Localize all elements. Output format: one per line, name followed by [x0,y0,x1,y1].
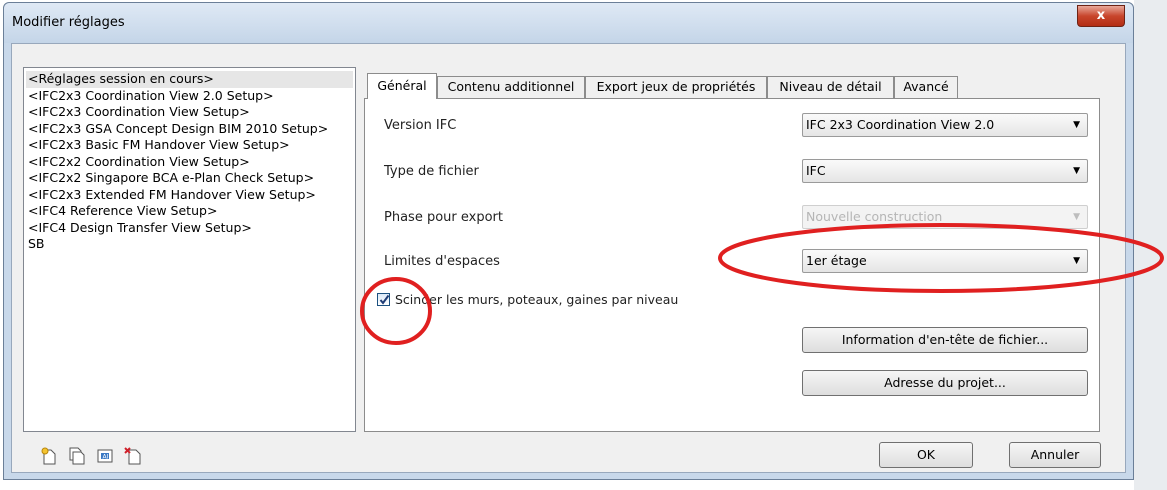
filetype-select-value: IFC [806,163,826,178]
setup-item[interactable]: SB [26,236,353,253]
version-select-value: IFC 2x3 Coordination View 2.0 [806,117,995,132]
window-title: Modifier réglages [12,15,125,30]
space-boundaries-select-value: 1er étage [806,253,867,268]
new-setup-icon[interactable] [40,447,58,465]
chevron-down-icon: ▼ [1073,120,1080,130]
checkmark-icon [379,294,390,305]
split-by-level-label[interactable]: Scinder les murs, poteaux, gaines par ni… [395,292,678,307]
setup-item[interactable]: <IFC2x3 Basic FM Handover View Setup> [26,137,353,154]
version-label: Version IFC [384,118,457,133]
tab-additional-content[interactable]: Contenu additionnel [437,76,585,98]
setup-item[interactable]: <IFC2x2 Singapore BCA e-Plan Check Setup… [26,170,353,187]
split-by-level-checkbox[interactable] [377,293,390,306]
tab-level-of-detail[interactable]: Niveau de détail [767,76,894,98]
file-header-button[interactable]: Information d'en-tête de fichier... [802,327,1088,353]
chevron-down-icon: ▼ [1073,256,1080,266]
phase-select-value: Nouvelle construction [806,209,943,224]
tab-advanced[interactable]: Avancé [894,76,958,98]
space-boundaries-select[interactable]: 1er étage ▼ [802,249,1088,273]
close-button[interactable]: x [1077,5,1125,27]
filetype-select[interactable]: IFC ▼ [802,159,1088,183]
chevron-down-icon: ▼ [1073,212,1080,222]
rename-setup-icon[interactable]: AI [96,447,114,465]
delete-setup-icon[interactable] [124,447,142,465]
setup-item[interactable]: <IFC4 Design Transfer View Setup> [26,220,353,237]
setup-list[interactable]: <Réglages session en cours> <IFC2x3 Coor… [23,67,356,432]
background-strip [1134,0,1167,490]
setup-item[interactable]: <Réglages session en cours> [26,71,353,88]
ok-button[interactable]: OK [879,442,973,468]
title-bar[interactable]: Modifier réglages x [4,3,1133,43]
svg-text:AI: AI [103,454,109,461]
setup-item[interactable]: <IFC2x3 GSA Concept Design BIM 2010 Setu… [26,121,353,138]
project-address-button[interactable]: Adresse du projet... [802,370,1088,396]
setup-item[interactable]: <IFC2x2 Coordination View Setup> [26,154,353,171]
setup-item[interactable]: <IFC2x3 Coordination View Setup> [26,104,353,121]
tab-general[interactable]: Général [367,73,437,99]
chevron-down-icon: ▼ [1073,166,1080,176]
cancel-button[interactable]: Annuler [1009,442,1101,468]
space-boundaries-label: Limites d'espaces [384,254,500,269]
version-select[interactable]: IFC 2x3 Coordination View 2.0 ▼ [802,113,1088,137]
phase-label: Phase pour export [384,210,503,225]
setup-item[interactable]: <IFC2x3 Extended FM Handover View Setup> [26,187,353,204]
phase-select: Nouvelle construction ▼ [802,205,1088,229]
filetype-label: Type de fichier [384,164,479,179]
duplicate-setup-icon[interactable] [68,447,86,465]
tab-property-sets[interactable]: Export jeux de propriétés [585,76,767,98]
setup-item[interactable]: <IFC4 Reference View Setup> [26,203,353,220]
setup-item[interactable]: <IFC2x3 Coordination View 2.0 Setup> [26,88,353,105]
